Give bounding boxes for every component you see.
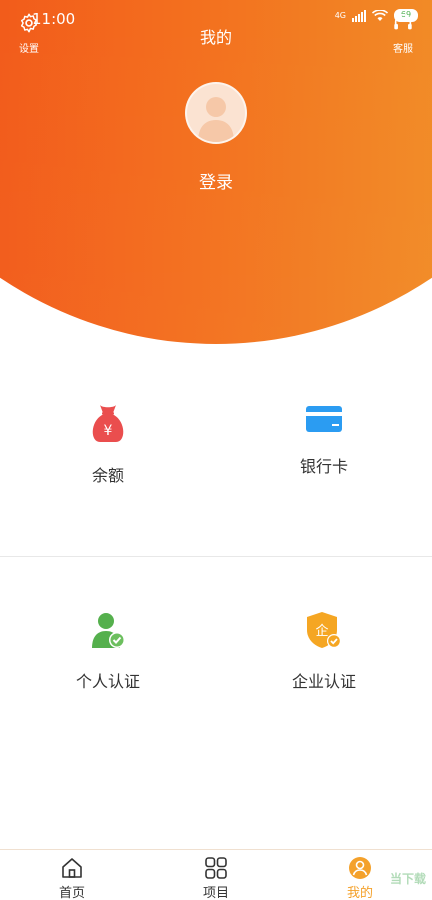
enterprise-verify-label: 企业认证 xyxy=(291,672,356,691)
page-title: 我的 xyxy=(199,28,232,47)
grid-icon xyxy=(205,857,227,879)
watermark-logo: 当下载 xyxy=(389,872,426,886)
tab-projects-label: 项目 xyxy=(202,886,229,900)
section-divider xyxy=(0,556,432,557)
support-button[interactable]: 客服 xyxy=(390,12,416,55)
personal-verify-label: 个人认证 xyxy=(75,672,140,691)
avatar[interactable] xyxy=(185,82,247,144)
bank-card-entry[interactable]: 银行卡 xyxy=(216,403,432,477)
personal-verify-icon xyxy=(92,613,125,648)
tab-home-label: 首页 xyxy=(58,886,85,900)
enterprise-verify-entry[interactable]: 企 企业认证 xyxy=(216,610,432,692)
money-bag-icon: ¥ xyxy=(92,405,124,442)
support-label: 客服 xyxy=(393,44,413,55)
bank-card-label: 银行卡 xyxy=(299,457,348,476)
network-label: 4G xyxy=(334,11,346,20)
svg-text:企: 企 xyxy=(315,623,328,639)
home-icon xyxy=(62,858,82,878)
svg-text:¥: ¥ xyxy=(104,423,113,439)
profile-screen: 11:00 4G 69 设置 我的 客服 登录 ¥ 余额 银行卡 个人认证 企 … xyxy=(0,0,432,900)
default-avatar-icon xyxy=(198,97,234,142)
bottom-tab-bar: 首页 项目 我的 xyxy=(0,849,432,900)
personal-verify-entry[interactable]: 个人认证 xyxy=(0,610,216,692)
headset-icon xyxy=(394,13,412,30)
user-icon xyxy=(349,857,371,879)
wifi-icon xyxy=(372,9,388,21)
balance-label: 余额 xyxy=(91,466,124,485)
signal-icon xyxy=(352,9,366,22)
enterprise-verify-icon: 企 xyxy=(307,612,341,648)
login-link[interactable]: 登录 xyxy=(0,168,432,193)
tab-projects[interactable]: 项目 xyxy=(144,850,288,900)
bank-card-icon xyxy=(306,406,342,432)
tab-home[interactable]: 首页 xyxy=(0,850,144,900)
balance-entry[interactable]: ¥ 余额 xyxy=(0,402,216,486)
